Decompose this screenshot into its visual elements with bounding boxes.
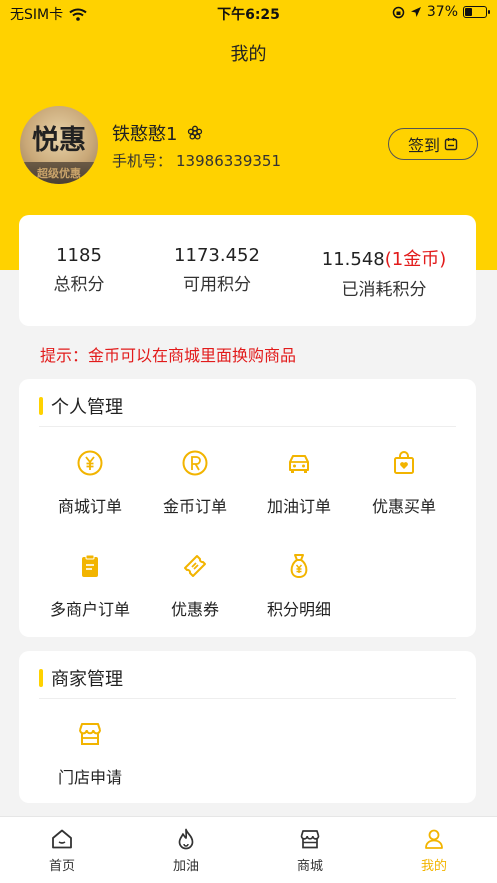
grid-item-label: 多商户订单 [49,600,130,619]
battery-percent: 37% [426,4,458,20]
discount-bag-icon [394,451,414,474]
consumed-points-value: 11.548 [321,249,385,270]
tab-label: 首页 [48,859,75,874]
battery-icon [463,6,490,18]
available-points[interactable]: 1173.452 可用积分 [162,245,272,295]
checkin-button[interactable]: 签到 [388,128,478,160]
points-summary-card: 1185 总积分 1173.452 可用积分 11.548(1金币) 已消耗积分 [19,215,476,326]
available-points-label: 可用积分 [183,275,251,295]
consumed-points-label: 已消耗积分 [341,280,427,300]
tab-fuel[interactable]: 加油 [146,827,226,874]
grid-item-store-application[interactable]: 门店申请 [40,720,140,788]
tip-text: 提示：金币可以在商城里面换购商品 [40,346,297,365]
grid-item-discount-pay[interactable]: 优惠买单 [354,449,454,517]
flame-icon [178,828,194,850]
avatar-logo-subtext: 超级优惠 [37,167,81,180]
grid-item-points-detail[interactable]: 积分明细 [249,552,349,620]
bottom-tab-bar: 首页 加油 商城 我的 [0,816,497,883]
clipboard-icon [82,554,98,577]
flower-badge-icon [188,125,203,140]
tab-label: 加油 [172,859,199,874]
tab-home[interactable]: 首页 [22,827,102,874]
checkin-label: 签到 [407,136,440,155]
grid-item-label: 加油订单 [266,497,331,516]
grid-item-coin-orders[interactable]: 金币订单 [145,449,245,517]
section-title: 商家管理 [39,665,123,691]
grid-item-coupons[interactable]: 优惠券 [145,552,245,620]
money-bag-icon [290,554,308,579]
grid-item-mall-orders[interactable]: 商城订单 [40,449,140,517]
grid-item-label: 商城订单 [57,497,122,516]
ticket-icon [184,555,206,577]
personal-management-card: 个人管理 商城订单 金币订单 加油订单 优惠买单 多商户订单 优惠券 积分明细 [19,379,476,637]
grid-item-label: 金币订单 [162,497,227,516]
phone-number: 13986339351 [176,152,281,170]
available-points-value: 1173.452 [174,245,260,266]
merchant-management-title: 商家管理 [51,669,123,690]
orientation-lock-icon [392,6,405,18]
consumed-coins: (1金币) [384,249,447,270]
car-icon [289,455,309,473]
consumed-points[interactable]: 11.548(1金币) 已消耗积分 [314,245,454,300]
avatar[interactable]: 悦惠 超级优惠 [20,106,98,184]
tab-label: 我的 [420,859,447,874]
grid-item-fuel-orders[interactable]: 加油订单 [249,449,349,517]
grid-item-multi-merchant-orders[interactable]: 多商户订单 [40,552,140,620]
grid-item-label: 优惠买单 [371,497,436,516]
user-name: 铁憨憨1 [112,124,178,145]
merchant-management-card: 商家管理 门店申请 [19,651,476,803]
calendar-icon [444,138,458,151]
coin-r-icon [182,450,208,476]
page-title: 我的 [230,44,267,65]
person-icon [425,829,443,849]
consumed-points-value-row: 11.548(1金币) [314,245,454,271]
total-points-value: 1185 [56,245,102,266]
shop-icon [300,830,320,849]
status-bar: 无SIM卡 下午6:25 37% [0,0,497,26]
user-name-row: 铁憨憨1 [112,120,203,146]
grid-item-label: 优惠券 [170,600,219,619]
yen-circle-icon [77,450,103,476]
tab-me[interactable]: 我的 [394,827,474,874]
store-icon [79,723,101,745]
grid-item-label: 积分明细 [266,600,331,619]
phone-label: 手机号： [112,152,173,170]
user-phone: 手机号： 13986339351 [112,150,285,171]
location-arrow-icon [410,7,421,17]
total-points[interactable]: 1185 总积分 [39,245,119,295]
personal-management-title: 个人管理 [51,397,123,418]
grid-item-label: 门店申请 [57,768,122,787]
total-points-label: 总积分 [53,275,105,295]
section-title: 个人管理 [39,393,123,419]
tab-label: 商城 [296,859,323,874]
tab-mall[interactable]: 商城 [270,827,350,874]
avatar-logo-text: 悦惠 [32,125,86,156]
home-icon [52,829,72,849]
